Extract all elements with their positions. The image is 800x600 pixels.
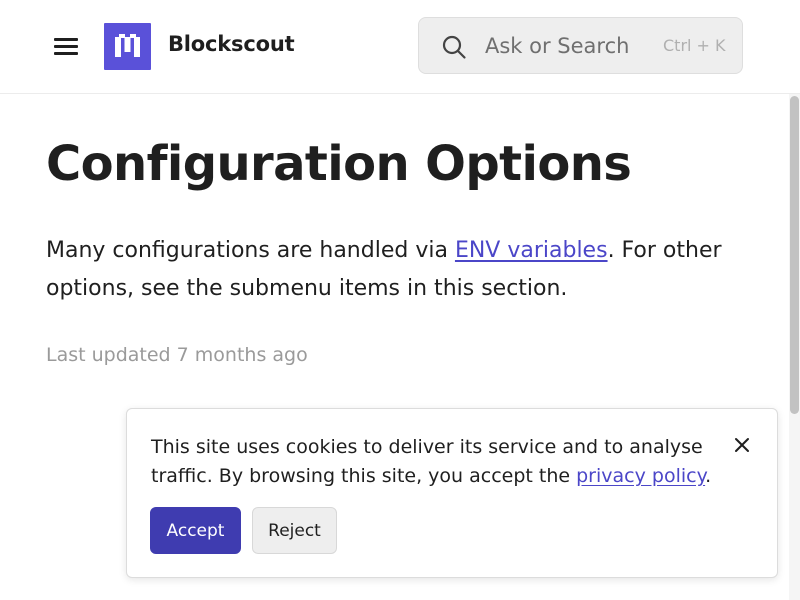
scrollbar-thumb[interactable] [790,96,799,414]
cookie-text: This site uses cookies to deliver its se… [151,433,721,491]
env-variables-link[interactable]: ENV variables [455,238,608,263]
top-header: Blockscout Ctrl + K [0,0,800,94]
search-icon [442,35,466,59]
brand-name[interactable]: Blockscout [168,32,295,56]
privacy-policy-link[interactable]: privacy policy [576,465,705,487]
search-shortcut: Ctrl + K [663,36,726,55]
close-icon[interactable] [730,433,754,457]
reject-button[interactable]: Reject [252,507,337,554]
search-box[interactable]: Ctrl + K [418,17,743,74]
intro-text-before: Many configurations are handled via [46,238,455,263]
intro-paragraph: Many configurations are handled via ENV … [46,232,746,308]
blockscout-logo[interactable] [104,23,151,70]
cookie-text-after: . [705,465,712,487]
cookie-banner: This site uses cookies to deliver its se… [126,408,778,578]
accept-button[interactable]: Accept [150,507,241,554]
page-title: Configuration Options [46,136,632,192]
hamburger-menu-icon[interactable] [50,30,82,62]
last-updated: Last updated 7 months ago [46,344,308,366]
search-input[interactable] [485,30,665,62]
